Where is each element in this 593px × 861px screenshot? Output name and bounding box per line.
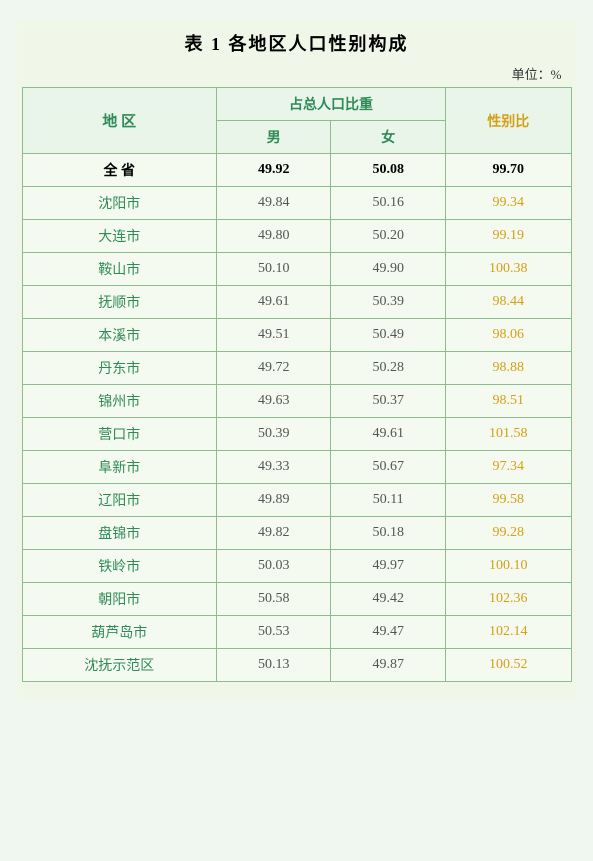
region-cell: 沈阳市 bbox=[22, 187, 216, 220]
region-cell: 营口市 bbox=[22, 418, 216, 451]
region-cell: 沈抚示范区 bbox=[22, 649, 216, 682]
female-cell: 50.18 bbox=[331, 517, 445, 550]
header-region: 地 区 bbox=[22, 88, 216, 154]
table-row: 盘锦市49.8250.1899.28 bbox=[22, 517, 571, 550]
table-row: 丹东市49.7250.2898.88 bbox=[22, 352, 571, 385]
sex-ratio-cell: 102.14 bbox=[445, 616, 571, 649]
sex-ratio-cell: 100.52 bbox=[445, 649, 571, 682]
female-cell: 49.87 bbox=[331, 649, 445, 682]
region-cell: 大连市 bbox=[22, 220, 216, 253]
region-cell: 盘锦市 bbox=[22, 517, 216, 550]
female-cell: 50.37 bbox=[331, 385, 445, 418]
female-cell: 50.28 bbox=[331, 352, 445, 385]
sex-ratio-cell: 98.44 bbox=[445, 286, 571, 319]
sex-ratio-cell: 99.19 bbox=[445, 220, 571, 253]
sex-ratio-cell: 98.51 bbox=[445, 385, 571, 418]
male-cell: 50.58 bbox=[216, 583, 330, 616]
table-row: 葫芦岛市50.5349.47102.14 bbox=[22, 616, 571, 649]
male-cell: 49.80 bbox=[216, 220, 330, 253]
male-cell: 50.53 bbox=[216, 616, 330, 649]
male-cell: 49.92 bbox=[216, 154, 330, 187]
male-cell: 49.72 bbox=[216, 352, 330, 385]
table-row: 本溪市49.5150.4998.06 bbox=[22, 319, 571, 352]
table-row: 沈抚示范区50.1349.87100.52 bbox=[22, 649, 571, 682]
male-cell: 50.10 bbox=[216, 253, 330, 286]
table-row: 全 省49.9250.0899.70 bbox=[22, 154, 571, 187]
table-container: 表 1 各地区人口性别构成 单位：% 地 区 占总人口比重 性别比 男 女 全 … bbox=[17, 20, 577, 702]
table-row: 营口市50.3949.61101.58 bbox=[22, 418, 571, 451]
male-cell: 49.51 bbox=[216, 319, 330, 352]
table-row: 鞍山市50.1049.90100.38 bbox=[22, 253, 571, 286]
region-cell: 本溪市 bbox=[22, 319, 216, 352]
header-proportion-group: 占总人口比重 bbox=[216, 88, 445, 121]
region-cell: 丹东市 bbox=[22, 352, 216, 385]
sex-ratio-cell: 99.28 bbox=[445, 517, 571, 550]
sex-ratio-cell: 99.58 bbox=[445, 484, 571, 517]
data-table: 地 区 占总人口比重 性别比 男 女 全 省49.9250.0899.70沈阳市… bbox=[22, 87, 572, 682]
table-row: 沈阳市49.8450.1699.34 bbox=[22, 187, 571, 220]
female-cell: 49.61 bbox=[331, 418, 445, 451]
male-cell: 49.33 bbox=[216, 451, 330, 484]
female-cell: 50.20 bbox=[331, 220, 445, 253]
female-cell: 50.08 bbox=[331, 154, 445, 187]
region-cell: 锦州市 bbox=[22, 385, 216, 418]
region-cell: 鞍山市 bbox=[22, 253, 216, 286]
sex-ratio-cell: 102.36 bbox=[445, 583, 571, 616]
female-cell: 50.39 bbox=[331, 286, 445, 319]
male-cell: 49.82 bbox=[216, 517, 330, 550]
female-cell: 50.67 bbox=[331, 451, 445, 484]
male-cell: 49.89 bbox=[216, 484, 330, 517]
sex-ratio-cell: 100.38 bbox=[445, 253, 571, 286]
region-cell: 辽阳市 bbox=[22, 484, 216, 517]
region-cell: 阜新市 bbox=[22, 451, 216, 484]
header-sex-ratio: 性别比 bbox=[445, 88, 571, 154]
table-title: 表 1 各地区人口性别构成 bbox=[22, 30, 572, 56]
female-cell: 49.90 bbox=[331, 253, 445, 286]
sex-ratio-cell: 99.34 bbox=[445, 187, 571, 220]
female-cell: 49.97 bbox=[331, 550, 445, 583]
sex-ratio-cell: 100.10 bbox=[445, 550, 571, 583]
header-male: 男 bbox=[216, 121, 330, 154]
table-row: 大连市49.8050.2099.19 bbox=[22, 220, 571, 253]
male-cell: 49.61 bbox=[216, 286, 330, 319]
sex-ratio-cell: 101.58 bbox=[445, 418, 571, 451]
region-cell: 全 省 bbox=[22, 154, 216, 187]
male-cell: 50.03 bbox=[216, 550, 330, 583]
male-cell: 49.84 bbox=[216, 187, 330, 220]
table-row: 阜新市49.3350.6797.34 bbox=[22, 451, 571, 484]
region-cell: 朝阳市 bbox=[22, 583, 216, 616]
male-cell: 50.13 bbox=[216, 649, 330, 682]
female-cell: 50.11 bbox=[331, 484, 445, 517]
region-cell: 铁岭市 bbox=[22, 550, 216, 583]
sex-ratio-cell: 99.70 bbox=[445, 154, 571, 187]
region-cell: 葫芦岛市 bbox=[22, 616, 216, 649]
table-row: 抚顺市49.6150.3998.44 bbox=[22, 286, 571, 319]
table-row: 辽阳市49.8950.1199.58 bbox=[22, 484, 571, 517]
header-female: 女 bbox=[331, 121, 445, 154]
table-row: 铁岭市50.0349.97100.10 bbox=[22, 550, 571, 583]
unit-label: 单位：% bbox=[22, 64, 572, 83]
female-cell: 49.47 bbox=[331, 616, 445, 649]
female-cell: 49.42 bbox=[331, 583, 445, 616]
table-row: 锦州市49.6350.3798.51 bbox=[22, 385, 571, 418]
sex-ratio-cell: 97.34 bbox=[445, 451, 571, 484]
male-cell: 50.39 bbox=[216, 418, 330, 451]
female-cell: 50.16 bbox=[331, 187, 445, 220]
table-row: 朝阳市50.5849.42102.36 bbox=[22, 583, 571, 616]
region-cell: 抚顺市 bbox=[22, 286, 216, 319]
male-cell: 49.63 bbox=[216, 385, 330, 418]
sex-ratio-cell: 98.88 bbox=[445, 352, 571, 385]
sex-ratio-cell: 98.06 bbox=[445, 319, 571, 352]
female-cell: 50.49 bbox=[331, 319, 445, 352]
